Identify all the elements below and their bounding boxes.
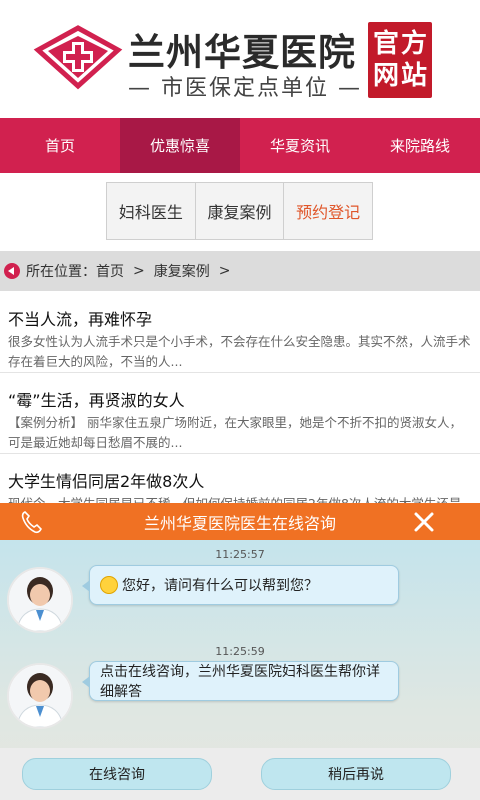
chat-header: 兰州华夏医院医生在线咨询 bbox=[0, 503, 480, 540]
hospital-cross-logo-icon bbox=[33, 25, 123, 90]
seal-char: 站 bbox=[400, 61, 427, 91]
breadcrumb-current[interactable]: 康复案例 bbox=[154, 261, 210, 281]
sub-tabs: 妇科医生 康复案例 预约登记 bbox=[106, 182, 373, 240]
doctor-avatar bbox=[7, 663, 73, 729]
seal-char: 方 bbox=[400, 29, 427, 59]
chat-bubble: 点击在线咨询，兰州华夏医院妇科医生帮你详细解答 bbox=[82, 661, 399, 701]
page: 兰州华夏医院 — 市医保定点单位 — 官 方 网 站 首页 优惠惊喜 华夏资讯 … bbox=[0, 0, 480, 800]
article-summary: 【案例分析】 丽华家住五泉广场附近，在大家眼里，她是个不折不扣的贤淑女人，可是最… bbox=[8, 415, 462, 450]
list-item[interactable]: 不当人流，再难怀孕 很多女性认为人流手术只是个小手术，不会存在什么安全隐患。其实… bbox=[0, 292, 480, 373]
tab-gynecology-doctors[interactable]: 妇科医生 bbox=[107, 183, 196, 239]
article-title[interactable]: 不当人流，再难怀孕 bbox=[8, 292, 472, 332]
nav-item-news[interactable]: 华夏资讯 bbox=[240, 118, 360, 173]
official-site-seal: 官 方 网 站 bbox=[368, 22, 432, 98]
doctor-avatar bbox=[7, 567, 73, 633]
chat-bubble: 您好，请问有什么可以帮到您？ bbox=[82, 565, 399, 605]
breadcrumb-separator: > bbox=[133, 263, 145, 279]
hospital-name: 兰州华夏医院 bbox=[128, 31, 356, 74]
later-button[interactable]: 稍后再说 bbox=[261, 758, 451, 790]
online-consult-button[interactable]: 在线咨询 bbox=[22, 758, 212, 790]
list-item[interactable]: “霉”生活，再贤淑的女人 【案例分析】 丽华家住五泉广场附近，在大家眼里，她是个… bbox=[0, 373, 480, 454]
speaker-icon bbox=[4, 263, 20, 279]
nav-item-home[interactable]: 首页 bbox=[0, 118, 120, 173]
seal-char: 网 bbox=[372, 61, 399, 91]
nav-item-promotions[interactable]: 优惠惊喜 bbox=[120, 118, 240, 173]
article-title[interactable]: 大学生情侣同居2年做8次人 bbox=[8, 454, 472, 494]
tab-appointment[interactable]: 预约登记 bbox=[284, 183, 372, 239]
breadcrumb-home[interactable]: 首页 bbox=[96, 261, 124, 281]
breadcrumb-prefix: 所在位置： bbox=[26, 264, 96, 280]
chat-message: 点击在线咨询，兰州华夏医院妇科医生帮你详细解答 bbox=[100, 664, 380, 700]
doctor-avatar-icon bbox=[9, 569, 71, 631]
main-nav: 首页 优惠惊喜 华夏资讯 来院路线 bbox=[0, 118, 480, 173]
message-time: 11:25:57 bbox=[215, 548, 265, 561]
hospital-subtitle: — 市医保定点单位 — bbox=[128, 76, 362, 101]
breadcrumb-separator: > bbox=[218, 263, 231, 279]
phone-icon bbox=[21, 511, 42, 534]
nav-item-directions[interactable]: 来院路线 bbox=[360, 118, 480, 173]
site-header: 兰州华夏医院 — 市医保定点单位 — 官 方 网 站 bbox=[0, 0, 480, 118]
message-time: 11:25:59 bbox=[215, 645, 265, 658]
chat-actions: 在线咨询 稍后再说 bbox=[0, 748, 480, 800]
close-icon[interactable] bbox=[412, 510, 436, 534]
article-list: 不当人流，再难怀孕 很多女性认为人流手术只是个小手术，不会存在什么安全隐患。其实… bbox=[0, 292, 480, 535]
article-title[interactable]: “霉”生活，再贤淑的女人 bbox=[8, 373, 472, 413]
tab-recovery-cases[interactable]: 康复案例 bbox=[196, 183, 285, 239]
doctor-avatar-icon bbox=[9, 665, 71, 727]
chat-title: 兰州华夏医院医生在线咨询 bbox=[143, 513, 336, 533]
chat-message: 您好，请问有什么可以帮到您？ bbox=[122, 578, 318, 594]
breadcrumb: 所在位置： 首页 > 康复案例 > bbox=[0, 251, 480, 291]
seal-char: 官 bbox=[372, 29, 399, 59]
article-summary: 很多女性认为人流手术只是个小手术，不会存在什么安全隐患。其实不然，人流手术存在着… bbox=[8, 334, 471, 369]
smile-emoji-icon bbox=[100, 576, 118, 594]
